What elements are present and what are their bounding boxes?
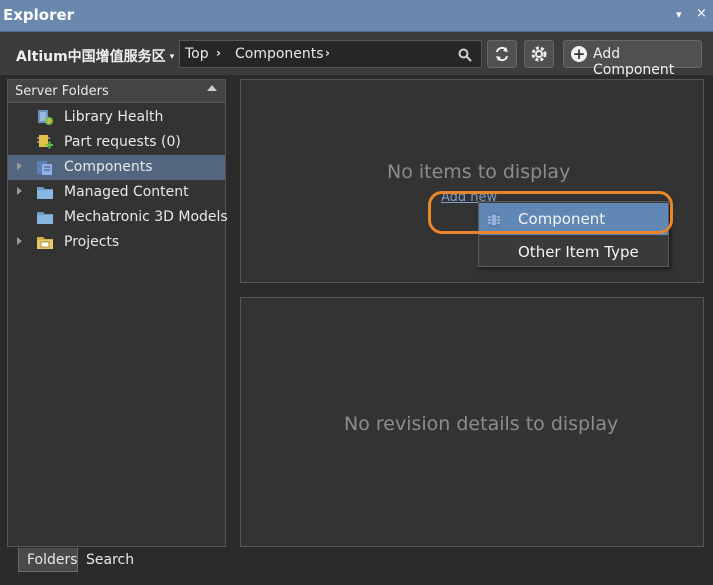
add-component-button[interactable]: + Add Component	[563, 40, 702, 78]
tree-item-managed-content[interactable]: Managed Content	[8, 180, 225, 205]
close-icon[interactable]: ×	[696, 6, 707, 21]
tree-item-mechatronic-3d-models[interactable]: Mechatronic 3D Models	[8, 205, 228, 230]
revision-details-panel: No revision details to display	[240, 297, 704, 547]
projects-folder-icon	[36, 234, 54, 251]
chevron-right-icon: ›	[216, 46, 221, 60]
component-icon	[487, 212, 501, 227]
breadcrumb-item-components[interactable]: Components	[235, 46, 324, 62]
refresh-icon	[494, 46, 510, 66]
tab-search[interactable]: Search	[78, 548, 138, 572]
add-new-context-menu: Component Other Item Type	[478, 201, 669, 267]
library-health-icon	[36, 109, 54, 126]
toolbar: Altium中国增值服务区 ▾ Top › Components › + Add …	[0, 32, 713, 78]
server-folders-panel: Server Folders Library Health Part reque…	[7, 79, 228, 547]
server-name: Altium中国增值服务区	[16, 49, 166, 65]
chevron-down-icon: ▾	[169, 52, 175, 62]
server-folders-header[interactable]: Server Folders	[8, 80, 225, 103]
tree-item-label: Part requests (0)	[64, 134, 181, 150]
tab-folders[interactable]: Folders	[18, 548, 78, 572]
folder-icon	[36, 184, 54, 201]
window-title: Explorer	[3, 6, 75, 24]
items-empty-message: No items to display	[387, 161, 571, 183]
tree-item-label: Managed Content	[64, 184, 189, 200]
collapse-icon[interactable]	[207, 85, 217, 91]
folder-icon	[36, 209, 54, 226]
add-component-label: Add Component	[593, 46, 675, 78]
tree-item-library-health[interactable]: Library Health	[8, 105, 225, 130]
panel-tabs: Folders Search	[0, 548, 713, 585]
panel-menu-icon[interactable]: ▾	[676, 8, 682, 21]
search-icon[interactable]	[458, 47, 472, 66]
tree-item-label: Projects	[64, 234, 120, 250]
part-requests-icon	[36, 134, 54, 151]
menu-item-other-item-type[interactable]: Other Item Type	[479, 236, 668, 268]
components-folder-icon	[36, 159, 54, 176]
chevron-right-icon: ›	[325, 46, 330, 60]
tree-item-label: Mechatronic 3D Models	[64, 209, 228, 225]
expand-arrow-icon[interactable]	[17, 187, 22, 195]
tree-item-label: Library Health	[64, 109, 164, 125]
menu-item-label: Other Item Type	[518, 243, 639, 261]
details-empty-message: No revision details to display	[344, 413, 619, 435]
settings-button[interactable]	[524, 40, 554, 68]
breadcrumb: Top › Components ›	[179, 40, 482, 68]
tree-item-components[interactable]: Components	[8, 155, 225, 180]
tab-label: Folders	[27, 552, 78, 568]
expand-arrow-icon[interactable]	[17, 162, 22, 170]
menu-item-label: Component	[518, 210, 606, 228]
tree-item-part-requests[interactable]: Part requests (0)	[8, 130, 225, 155]
tree-item-projects[interactable]: Projects	[8, 230, 225, 255]
gear-icon	[530, 45, 548, 67]
server-folders-title: Server Folders	[15, 84, 109, 99]
refresh-button[interactable]	[487, 40, 517, 68]
tree-item-label: Components	[64, 159, 153, 175]
window-titlebar: Explorer ▾ ×	[0, 0, 713, 32]
expand-arrow-icon[interactable]	[17, 237, 22, 245]
menu-item-component[interactable]: Component	[479, 203, 668, 235]
server-selector[interactable]: Altium中国增值服务区 ▾	[16, 46, 174, 66]
breadcrumb-item-top[interactable]: Top	[185, 46, 209, 62]
plus-icon: +	[571, 45, 587, 63]
tab-label: Search	[86, 552, 135, 568]
